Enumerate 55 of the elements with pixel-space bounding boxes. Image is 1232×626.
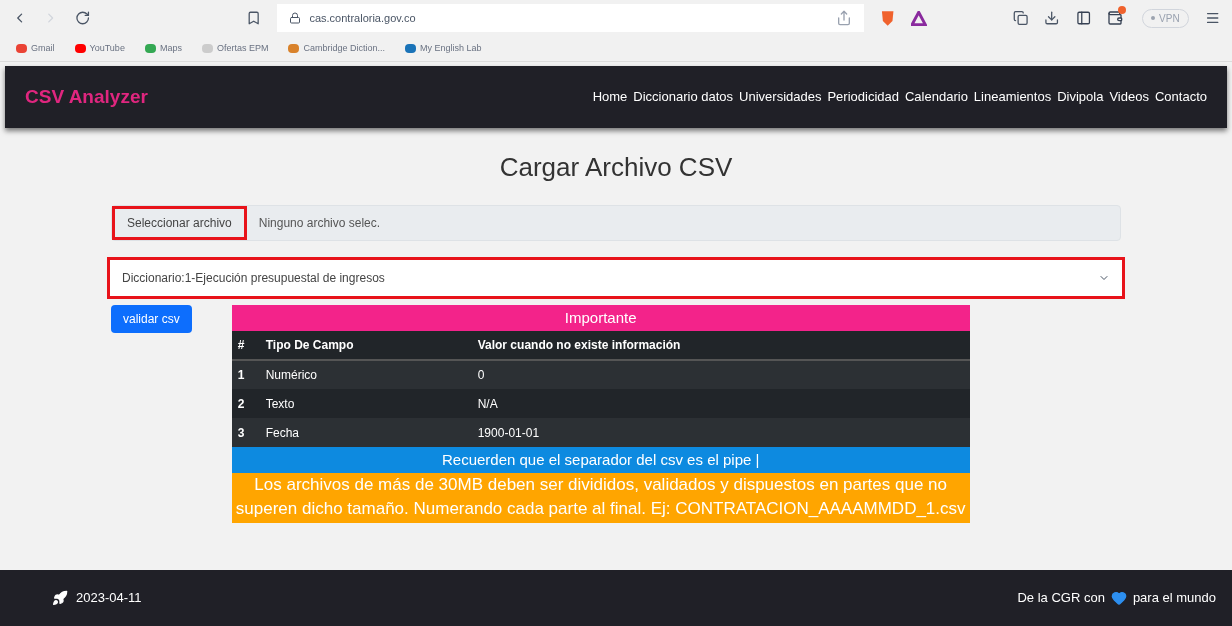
reload-icon[interactable] xyxy=(74,10,91,26)
share-icon[interactable] xyxy=(836,10,853,26)
extensions-icon[interactable] xyxy=(1012,10,1029,26)
nav-link[interactable]: Videos xyxy=(1109,87,1149,107)
bookmark-icon[interactable] xyxy=(246,10,262,26)
table-cell: 1 xyxy=(231,360,266,389)
table-cell: 2 xyxy=(231,389,266,418)
triangle-icon[interactable] xyxy=(911,10,927,26)
column-header: Valor cuando no existe información xyxy=(477,331,970,360)
bookmark-link[interactable]: My English Lab xyxy=(419,41,482,56)
heart-icon xyxy=(1110,590,1127,606)
nav-link[interactable]: Contacto xyxy=(1154,87,1207,107)
download-icon[interactable] xyxy=(1044,10,1060,26)
column-header: # xyxy=(231,331,266,360)
footer-date: 2023-04-11 xyxy=(76,589,142,608)
nav-link[interactable]: Divipola xyxy=(1057,87,1104,107)
status-dot-icon xyxy=(1151,16,1156,20)
menu-icon[interactable] xyxy=(1204,10,1220,26)
footer-credit-start: De la CGR con xyxy=(1017,589,1105,608)
sidebar-icon[interactable] xyxy=(1075,10,1091,26)
dictionary-select[interactable]: Diccionario:1-Ejecución presupuestal de ingresos xyxy=(107,257,1125,299)
validate-button[interactable]: validar csv xyxy=(111,305,192,333)
url-text: cas.contraloria.gov.co xyxy=(309,10,416,26)
size-note: Los archivos de más de 30MB deben ser divididos, validados y dispuestos en partes que no superen dicho tamaño. Numerando cada parte al final. Ej: CONTRATACION_AAAAMMDD_1.csv xyxy=(231,473,970,523)
address-bar[interactable]: cas.contraloria.gov.co xyxy=(277,4,865,32)
nav-link[interactable]: Lineamientos xyxy=(973,87,1052,107)
bookmark-link[interactable]: Gmail xyxy=(31,41,55,56)
table-cell: 0 xyxy=(477,360,970,389)
table-cell: N/A xyxy=(477,389,970,418)
bookmark-link[interactable]: YouTube xyxy=(89,41,125,56)
rocket-icon xyxy=(52,590,68,606)
table-cell: Texto xyxy=(265,389,478,418)
table-cell: Fecha xyxy=(265,418,478,447)
brand-logo[interactable]: CSV Analyzer xyxy=(25,82,148,112)
nav-link[interactable]: Universidades xyxy=(739,87,822,107)
bookmark-link[interactable]: Ofertas EPM xyxy=(216,41,269,56)
nav-link[interactable]: Calendario xyxy=(905,87,968,107)
bookmark-link[interactable]: Maps xyxy=(159,41,182,56)
nav-link[interactable]: Periodicidad xyxy=(827,87,899,107)
table-cell: Numérico xyxy=(265,360,478,389)
choose-file-button[interactable]: Seleccionar archivo xyxy=(112,206,247,240)
file-name-text: Ninguno archivo selec. xyxy=(257,215,382,232)
footer-credit-end: para el mundo xyxy=(1132,589,1216,608)
page-title: Cargar Archivo CSV xyxy=(499,154,733,180)
table-cell: 1900-01-01 xyxy=(477,418,970,447)
table-title: Importante xyxy=(231,305,970,331)
separator-note: Recuerden que el separador del csv es el pipe | xyxy=(231,447,970,473)
column-header: Tipo De Campo xyxy=(265,331,478,360)
bookmark-link[interactable]: Cambridge Diction... xyxy=(303,41,385,56)
lock-icon xyxy=(289,12,302,24)
shield-icon[interactable] xyxy=(880,9,896,27)
nav-link[interactable]: Home xyxy=(592,87,628,107)
table-cell: 3 xyxy=(231,418,266,447)
nav-link[interactable]: Diccionario datos xyxy=(633,87,734,107)
file-field[interactable]: Seleccionar archivo Ninguno archivo selec. xyxy=(111,205,1121,241)
